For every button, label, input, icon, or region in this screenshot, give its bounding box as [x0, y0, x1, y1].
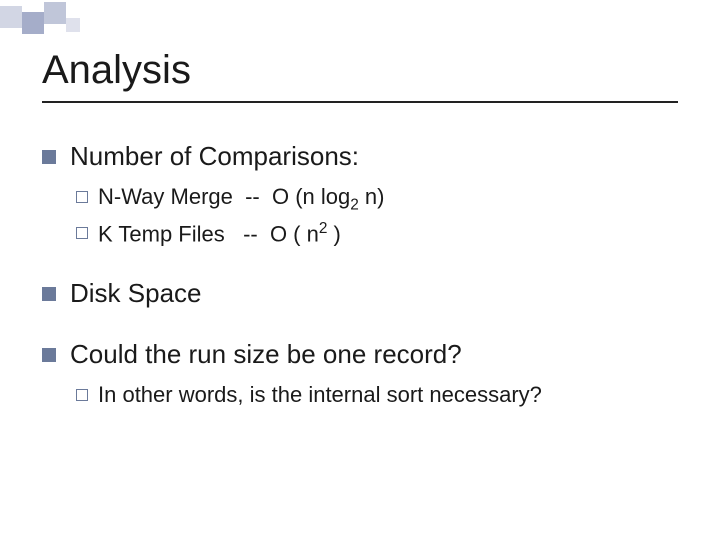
list-item: Number of Comparisons: N-Way Merge -- O …	[42, 141, 678, 248]
sub-list-item: K Temp Files -- O ( n2 )	[76, 220, 678, 247]
title-divider	[42, 101, 678, 103]
list-item-text: Could the run size be one record?	[70, 339, 462, 370]
hollow-bullet-icon	[76, 191, 88, 203]
sub-list-item: N-Way Merge -- O (n log2 n)	[76, 184, 678, 214]
slide-content: Analysis Number of Comparisons: N-Way Me…	[0, 0, 720, 408]
sub-item-text: In other words, is the internal sort nec…	[98, 382, 542, 408]
decor-square	[66, 18, 80, 32]
sub-list: N-Way Merge -- O (n log2 n) K Temp Files…	[76, 184, 678, 248]
slide-title: Analysis	[42, 48, 678, 93]
subscript: 2	[350, 196, 359, 213]
bullet-icon	[42, 348, 56, 362]
hollow-bullet-icon	[76, 389, 88, 401]
text-run: n)	[359, 184, 385, 209]
main-list: Number of Comparisons: N-Way Merge -- O …	[42, 141, 678, 408]
decor-square	[44, 2, 66, 24]
hollow-bullet-icon	[76, 227, 88, 239]
corner-decoration	[0, 6, 80, 34]
decor-square	[22, 12, 44, 34]
text-run: K Temp Files -- O ( n	[98, 222, 319, 247]
sub-list-item: In other words, is the internal sort nec…	[76, 382, 678, 408]
bullet-icon	[42, 150, 56, 164]
sub-item-text: K Temp Files -- O ( n2 )	[98, 220, 341, 247]
list-item: Disk Space	[42, 278, 678, 309]
list-item-text: Disk Space	[70, 278, 202, 309]
list-item: Could the run size be one record? In oth…	[42, 339, 678, 408]
sub-list: In other words, is the internal sort nec…	[76, 382, 678, 408]
sub-item-text: N-Way Merge -- O (n log2 n)	[98, 184, 384, 214]
list-item-text: Number of Comparisons:	[70, 141, 359, 172]
text-run: N-Way Merge -- O (n log	[98, 184, 350, 209]
text-run: )	[327, 222, 340, 247]
bullet-icon	[42, 287, 56, 301]
decor-square	[0, 6, 22, 28]
